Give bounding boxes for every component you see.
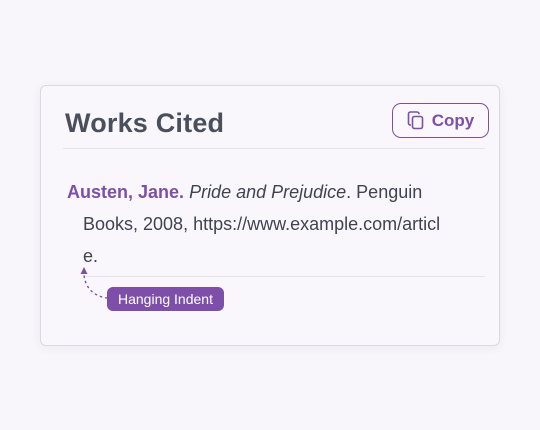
copy-button[interactable]: Copy <box>392 103 489 138</box>
header-divider <box>63 148 485 149</box>
citation-book-title: Pride and Prejudice <box>189 182 347 202</box>
citation-line-1: Austen, Jane. Pride and Prejudice. Pengu… <box>67 176 487 208</box>
works-cited-card: Works Cited Copy Austen, Jane. Pride and… <box>40 85 500 346</box>
citation-divider <box>85 276 485 277</box>
citation-entry: Austen, Jane. Pride and Prejudice. Pengu… <box>67 176 487 272</box>
citation-line-3: e. <box>83 246 99 266</box>
copy-icon <box>407 111 425 130</box>
hanging-indent-label: Hanging Indent <box>107 287 224 311</box>
citation-line-2: Books, 2008, https://www.example.com/art… <box>83 214 441 234</box>
card-title: Works Cited <box>65 108 225 138</box>
citation-publisher: . Penguin <box>346 182 423 202</box>
citation-author: Austen, Jane. <box>67 182 185 202</box>
arrow-up-icon <box>77 264 111 311</box>
copy-button-label: Copy <box>431 110 475 130</box>
